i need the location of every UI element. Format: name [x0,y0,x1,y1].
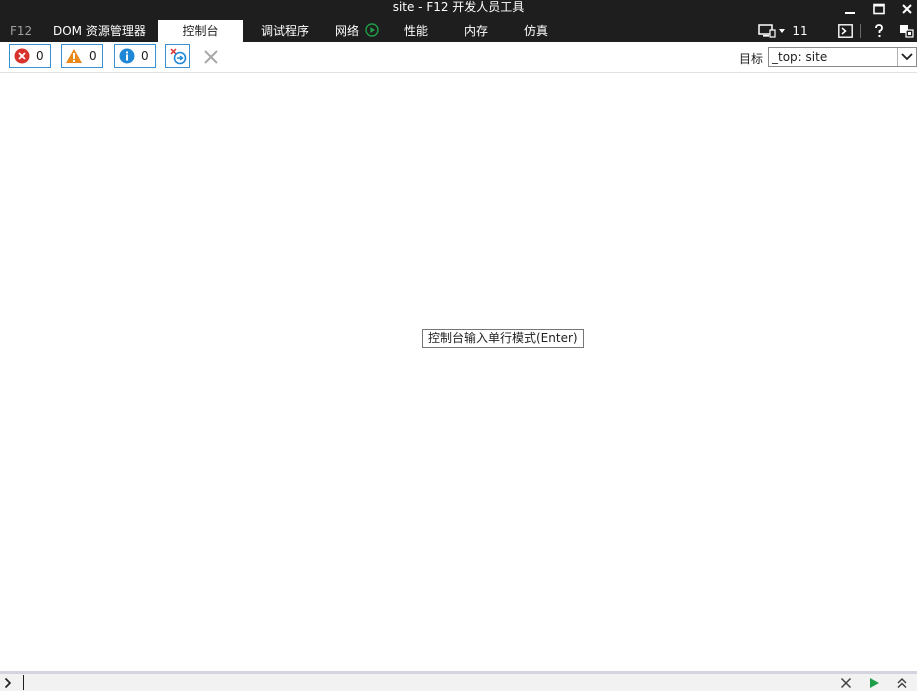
tab-network-label: 网络 [335,24,360,38]
console-input-tooltip: 控制台输入单行模式(Enter) [422,329,584,348]
target-label: 目标 [739,52,764,66]
clear-icon [204,50,218,64]
error-count: 0 [36,49,44,63]
separator [860,24,861,38]
clear-console-button[interactable] [201,47,221,67]
info-filter-button[interactable]: 0 [114,44,156,68]
warnings-filter-button[interactable]: 0 [61,44,103,68]
undock-button[interactable] [897,20,917,42]
run-icon [870,677,879,688]
warning-count: 0 [89,49,97,63]
run-button[interactable] [865,674,883,691]
target-select[interactable]: _top: site [768,47,917,67]
tab-debugger[interactable]: 调试程序 [261,20,309,42]
tab-emulation[interactable]: 仿真 [524,20,548,42]
undock-icon [900,25,914,38]
minimize-icon [845,12,855,14]
console-toolbar: 0 0 0 目标 _top: site [0,42,917,73]
help-icon [875,24,883,37]
document-mode-value: 11 [792,24,808,38]
help-button[interactable] [870,20,888,42]
clear-on-navigate-button[interactable] [165,44,190,68]
network-play-icon[interactable] [365,23,379,37]
clear-on-navigate-icon [169,48,186,65]
info-count: 0 [141,49,149,63]
tab-f12[interactable]: F12 [10,20,32,42]
document-mode-dropdown[interactable]: 11 [758,20,808,42]
console-input-bar [0,671,917,691]
console-input-field[interactable] [23,675,24,690]
console-toggle-icon [837,24,853,38]
tab-console[interactable]: 控制台 [158,20,243,42]
target-select-value: _top: site [772,50,828,64]
clear-input-button[interactable] [837,674,855,691]
expand-input-button[interactable] [893,674,911,691]
maximize-icon [873,3,885,15]
errors-filter-button[interactable]: 0 [9,44,51,68]
monitor-icon [758,24,776,38]
chevron-right-icon [4,677,12,688]
window-title: site - F12 开发人员工具 [392,0,525,14]
clear-input-icon [840,677,852,688]
title-bar: site - F12 开发人员工具 [0,0,917,20]
expand-icon [897,677,907,688]
minimize-button[interactable] [837,0,863,18]
console-output[interactable]: 控制台输入单行模式(Enter) [0,73,917,671]
chevron-down-icon [779,29,786,33]
info-icon [119,48,135,64]
close-icon [902,4,912,14]
close-window-button[interactable] [894,0,917,18]
tab-network[interactable]: 网络 [335,20,379,42]
tab-dom-explorer[interactable]: DOM 资源管理器 [53,20,146,42]
tab-memory[interactable]: 内存 [464,20,488,42]
chevron-down-icon [901,53,913,61]
error-icon [14,48,30,64]
warning-icon [66,49,82,63]
maximize-button[interactable] [866,0,892,18]
target-select-arrow[interactable] [897,48,916,66]
console-toggle-button[interactable] [835,20,855,42]
prompt-marker [4,674,16,691]
tab-performance[interactable]: 性能 [404,20,428,42]
